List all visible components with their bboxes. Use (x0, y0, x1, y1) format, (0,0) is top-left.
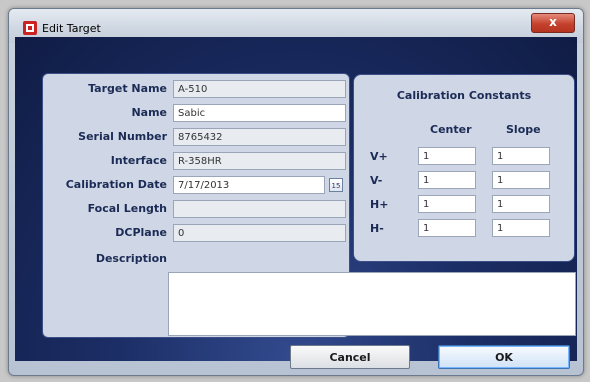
dcplane-label: DCPlane (115, 226, 167, 239)
dialog-body: Target Name A-510 Name Sabic Serial Numb… (15, 37, 577, 369)
h-plus-center-input[interactable]: 1 (418, 195, 476, 213)
v-minus-label: V- (370, 174, 383, 187)
v-minus-slope-input[interactable]: 1 (492, 171, 550, 189)
edit-target-dialog: Edit Target x Target Name A-510 Name Sab… (8, 8, 584, 376)
calibration-constants-panel: Calibration Constants Center Slope V+ 1 … (353, 74, 575, 262)
close-button[interactable]: x (531, 13, 575, 33)
center-header: Center (430, 123, 472, 136)
dcplane-field[interactable]: 0 (173, 224, 346, 242)
description-input[interactable] (168, 272, 576, 336)
name-label: Name (131, 106, 167, 119)
v-plus-label: V+ (370, 150, 388, 163)
calibration-date-label: Calibration Date (65, 178, 167, 191)
h-plus-slope-input[interactable]: 1 (492, 195, 550, 213)
target-app-icon (23, 21, 37, 35)
name-input[interactable]: Sabic (173, 104, 346, 122)
focal-length-field[interactable] (173, 200, 346, 218)
h-minus-center-input[interactable]: 1 (418, 219, 476, 237)
calibration-date-input[interactable]: 7/17/2013 (173, 176, 325, 194)
interface-label: Interface (110, 154, 167, 167)
cancel-button[interactable]: Cancel (290, 345, 410, 369)
serial-number-field[interactable]: 8765432 (173, 128, 346, 146)
target-name-field[interactable]: A-510 (173, 80, 346, 98)
description-label: Description (95, 252, 167, 265)
calibration-title: Calibration Constants (396, 89, 532, 102)
focal-length-label: Focal Length (87, 202, 167, 215)
h-minus-slope-input[interactable]: 1 (492, 219, 550, 237)
v-plus-center-input[interactable]: 1 (418, 147, 476, 165)
window-title: Edit Target (42, 22, 101, 35)
ok-button[interactable]: OK (438, 345, 570, 369)
v-plus-slope-input[interactable]: 1 (492, 147, 550, 165)
h-minus-label: H- (370, 222, 384, 235)
h-plus-label: H+ (370, 198, 389, 211)
target-name-label: Target Name (88, 82, 167, 95)
calendar-icon[interactable]: 15 (329, 178, 343, 192)
slope-header: Slope (506, 123, 541, 136)
serial-number-label: Serial Number (78, 130, 167, 143)
close-icon: x (549, 15, 557, 29)
v-minus-center-input[interactable]: 1 (418, 171, 476, 189)
interface-field[interactable]: R-358HR (173, 152, 346, 170)
